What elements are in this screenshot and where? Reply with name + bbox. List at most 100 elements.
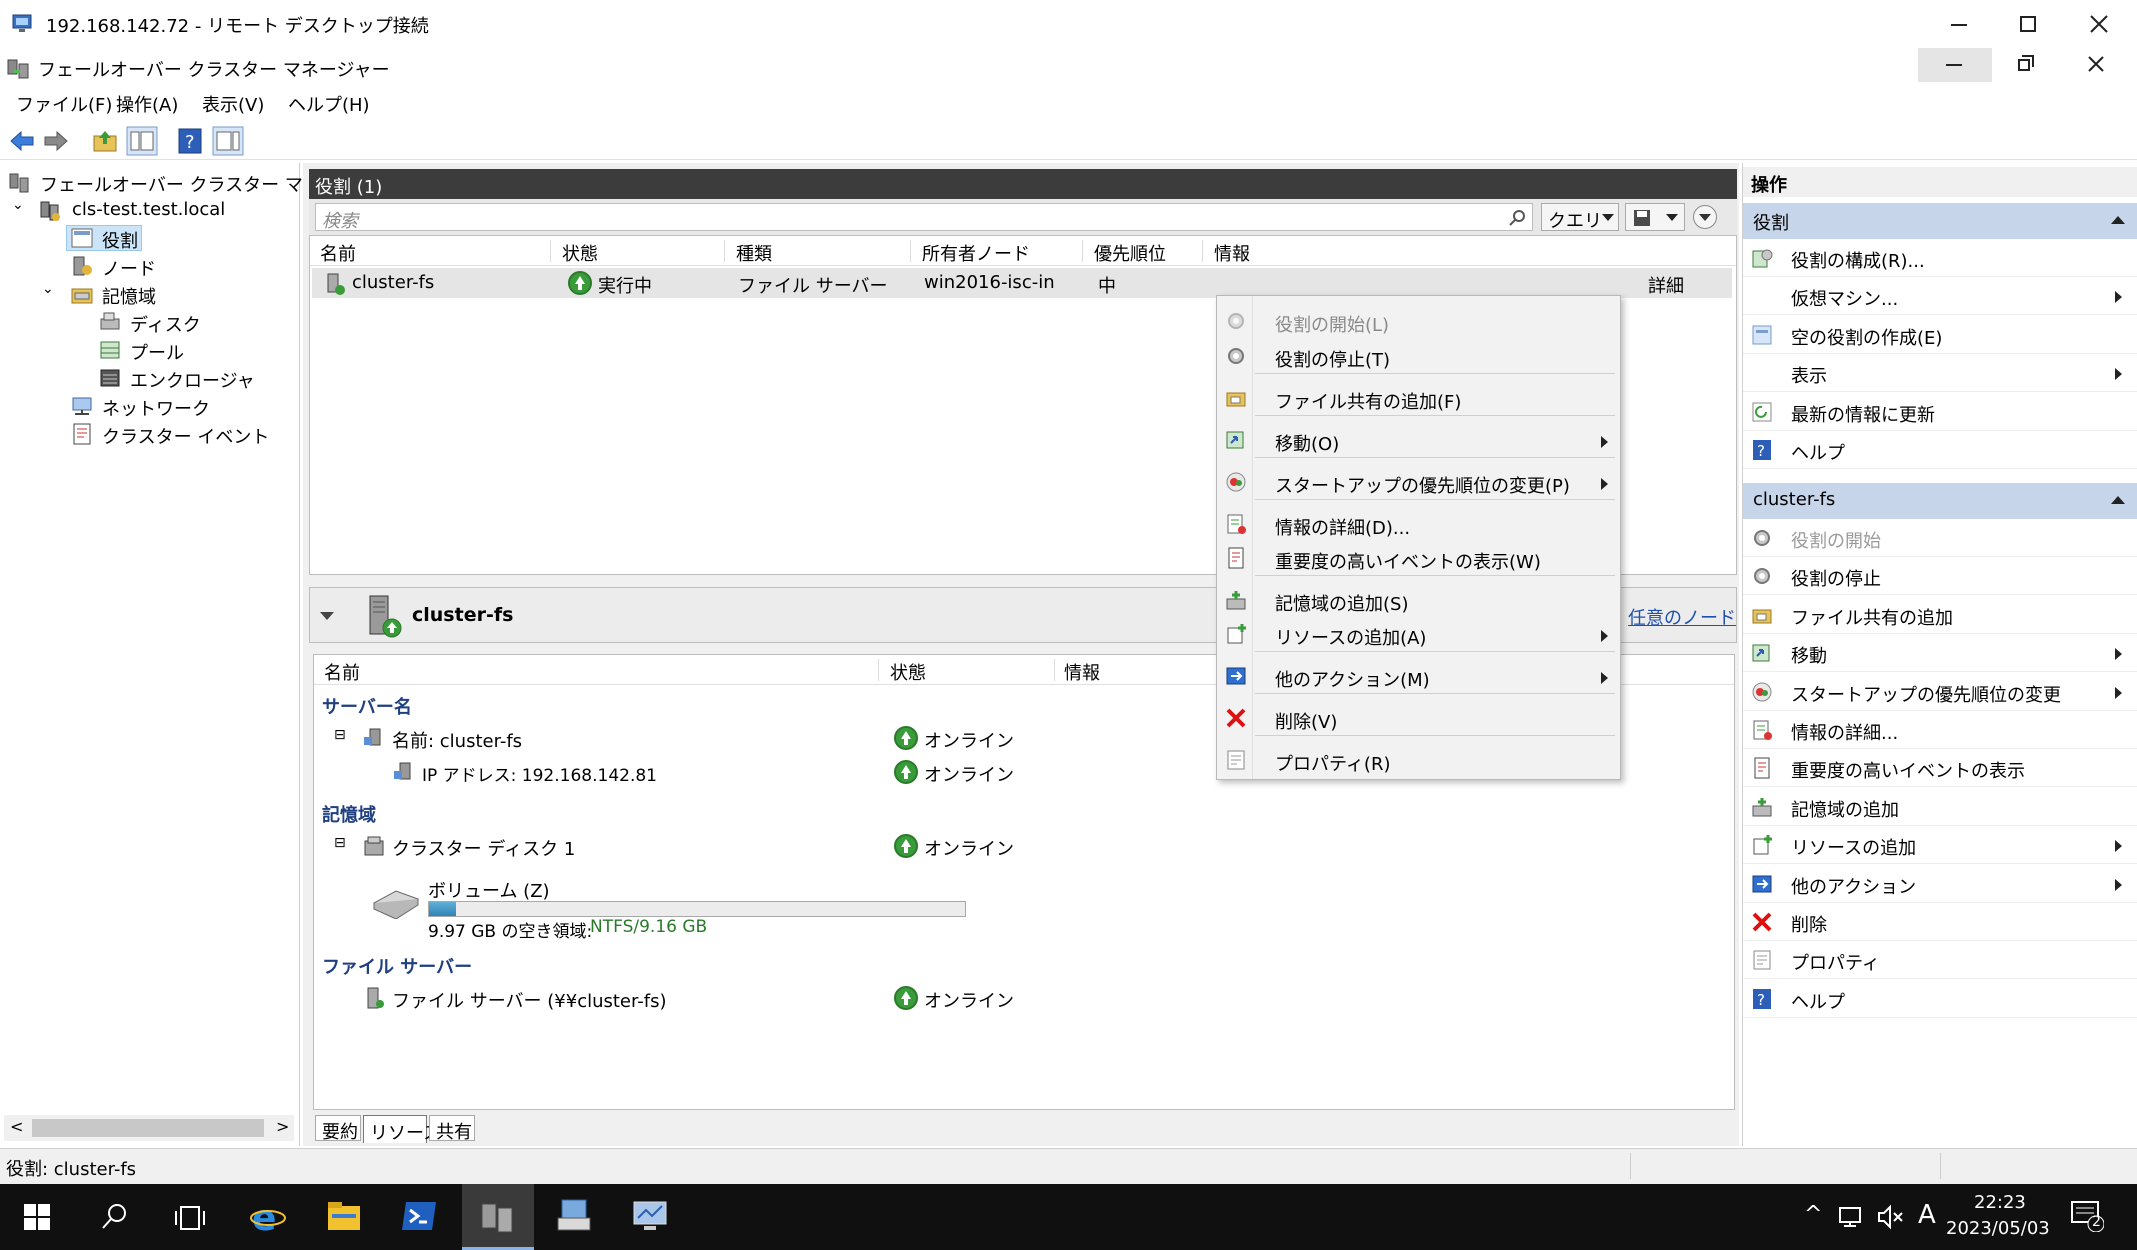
actions-section-cluster-fs[interactable]: cluster-fs [1743, 483, 2137, 519]
search-input[interactable]: 検索 [315, 203, 1533, 232]
ime-indicator[interactable]: A [1918, 1200, 1936, 1230]
back-arrow-icon[interactable] [8, 128, 36, 154]
table-row[interactable]: cluster-fs 実行中 ファイル サーバー win2016-isc-in … [312, 268, 1732, 298]
app-minimize-button[interactable] [1918, 48, 1992, 82]
tree-disks[interactable]: ディスク [130, 311, 201, 337]
expand-icon[interactable]: ⌄ [12, 197, 24, 213]
action-item[interactable]: スタートアップの優先順位の変更 [1743, 675, 2137, 711]
disk-resource[interactable]: クラスター ディスク 1 [392, 835, 575, 861]
menu-file[interactable]: ファイル(F) [16, 91, 112, 117]
search-icon[interactable] [100, 1202, 130, 1232]
context-menu-item[interactable]: 役割の開始(L) [1219, 308, 1619, 338]
tree-cluster[interactable]: cls-test.test.local [72, 199, 225, 220]
taskbar-cluster-manager[interactable] [462, 1184, 534, 1250]
help-icon[interactable]: ? [178, 128, 202, 154]
action-item[interactable]: 重要度の高いイベントの表示 [1743, 751, 2137, 788]
action-item[interactable]: 記憶域の追加 [1743, 790, 2137, 826]
context-menu-item[interactable]: 役割の停止(T) [1219, 343, 1619, 373]
col-name[interactable]: 名前 [320, 240, 356, 266]
tab-resources[interactable]: リソース [363, 1115, 441, 1144]
collapse-up-icon[interactable] [2111, 216, 2125, 224]
scroll-left-icon[interactable]: < [10, 1117, 23, 1136]
collapse-icon[interactable] [320, 612, 334, 620]
clock-time[interactable]: 22:23 [1974, 1192, 2026, 1213]
action-item[interactable]: 移動 [1743, 636, 2137, 673]
expand-icon[interactable]: ⌄ [42, 281, 54, 297]
menu-help[interactable]: ヘルプ(H) [288, 91, 370, 117]
context-menu-item[interactable]: 記憶域の追加(S) [1219, 587, 1619, 617]
tree-enclosures[interactable]: エンクロージャ [130, 367, 255, 393]
file-explorer-icon[interactable] [326, 1200, 362, 1232]
col-owner[interactable]: 所有者ノード [922, 240, 1030, 266]
context-menu-item[interactable]: リソースの追加(A) [1219, 621, 1619, 651]
action-item[interactable]: 削除 [1743, 905, 2137, 941]
up-folder-icon[interactable] [92, 128, 118, 154]
context-menu-item[interactable]: ファイル共有の追加(F) [1219, 385, 1619, 415]
volume-muted-icon[interactable] [1876, 1204, 1906, 1230]
save-query-button[interactable] [1625, 203, 1685, 231]
rdp-close-button[interactable] [2080, 10, 2116, 38]
name-resource[interactable]: 名前: cluster-fs [392, 727, 522, 753]
action-item[interactable]: 空の役割の作成(E) [1743, 318, 2137, 354]
tree-networks[interactable]: ネットワーク [102, 395, 210, 421]
action-item[interactable]: 役割の構成(R)... [1743, 241, 2137, 277]
action-item[interactable]: ? ヘルプ [1743, 433, 2137, 469]
task-view-icon[interactable] [174, 1204, 206, 1232]
actions-section-roles[interactable]: 役割 [1743, 203, 2137, 239]
col-status[interactable]: 状態 [890, 659, 926, 685]
action-item[interactable]: リソースの追加 [1743, 828, 2137, 865]
tree-storage[interactable]: 記憶域 [102, 283, 156, 309]
show-console-tree-icon[interactable] [126, 126, 158, 156]
forward-arrow-icon[interactable] [42, 128, 70, 154]
context-menu-item[interactable]: 重要度の高いイベントの表示(W) [1219, 545, 1619, 575]
action-item[interactable]: 情報の詳細... [1743, 713, 2137, 749]
context-menu-item[interactable]: スタートアップの優先順位の変更(P) [1219, 469, 1619, 499]
server-manager-icon[interactable] [556, 1198, 592, 1234]
show-action-pane-icon[interactable] [212, 126, 244, 156]
tree-nodes[interactable]: ノード [102, 255, 156, 281]
clock-date[interactable]: 2023/05/03 [1946, 1218, 2050, 1239]
scroll-thumb[interactable] [32, 1119, 264, 1137]
preferred-node-link[interactable]: 任意のノード [1628, 604, 1736, 630]
fs-resource[interactable]: ファイル サーバー (¥¥cluster-fs) [392, 987, 667, 1013]
action-item[interactable]: 役割の停止 [1743, 559, 2137, 596]
col-priority[interactable]: 優先順位 [1094, 240, 1166, 266]
tab-summary[interactable]: 要約 [315, 1115, 361, 1143]
rdp-minimize-button[interactable] [1940, 10, 1976, 38]
col-status[interactable]: 状態 [562, 240, 598, 266]
action-item[interactable]: 仮想マシン... [1743, 279, 2137, 316]
windows-start-icon[interactable] [24, 1204, 52, 1232]
action-item[interactable]: プロパティ [1743, 943, 2137, 980]
app-restore-button[interactable] [2000, 48, 2048, 82]
network-status-icon[interactable] [1838, 1204, 1866, 1230]
col-info[interactable]: 情報 [1214, 240, 1250, 266]
context-menu-item[interactable]: 情報の詳細(D)... [1219, 511, 1619, 541]
app-close-button[interactable] [2072, 48, 2120, 82]
tree-events[interactable]: クラスター イベント [102, 423, 269, 449]
show-hidden-icons-icon[interactable]: ^ [1804, 1202, 1822, 1227]
action-item[interactable]: 最新の情報に更新 [1743, 395, 2137, 431]
collapse-up-icon[interactable] [2111, 496, 2125, 504]
action-item[interactable]: 表示 [1743, 356, 2137, 393]
context-menu-item[interactable]: 削除(V) [1219, 705, 1619, 735]
tree-pools[interactable]: プール [130, 339, 184, 365]
query-button[interactable]: クエリ [1541, 203, 1619, 232]
col-type[interactable]: 種類 [736, 240, 772, 266]
internet-explorer-icon[interactable]: e [250, 1198, 286, 1234]
action-item[interactable]: 他のアクション [1743, 867, 2137, 903]
col-info[interactable]: 情報 [1064, 659, 1100, 685]
scroll-right-icon[interactable]: > [276, 1117, 289, 1136]
action-item[interactable]: ファイル共有の追加 [1743, 598, 2137, 634]
tab-shares[interactable]: 共有 [429, 1115, 475, 1143]
tree-roles[interactable]: 役割 [102, 227, 138, 253]
search-icon[interactable] [1508, 208, 1528, 228]
collapse-icon[interactable]: ⊟ [334, 727, 346, 743]
col-name[interactable]: 名前 [324, 659, 360, 685]
tree-hscrollbar[interactable]: < > [4, 1115, 294, 1141]
context-menu-item[interactable]: 移動(O) [1219, 427, 1619, 457]
expand-search-button[interactable] [1693, 205, 1717, 229]
action-item[interactable]: 役割の開始 [1743, 521, 2137, 557]
ip-resource[interactable]: IP アドレス: 192.168.142.81 [422, 761, 657, 786]
menu-action[interactable]: 操作(A) [116, 91, 178, 117]
context-menu-item[interactable]: プロパティ(R) [1219, 747, 1619, 777]
